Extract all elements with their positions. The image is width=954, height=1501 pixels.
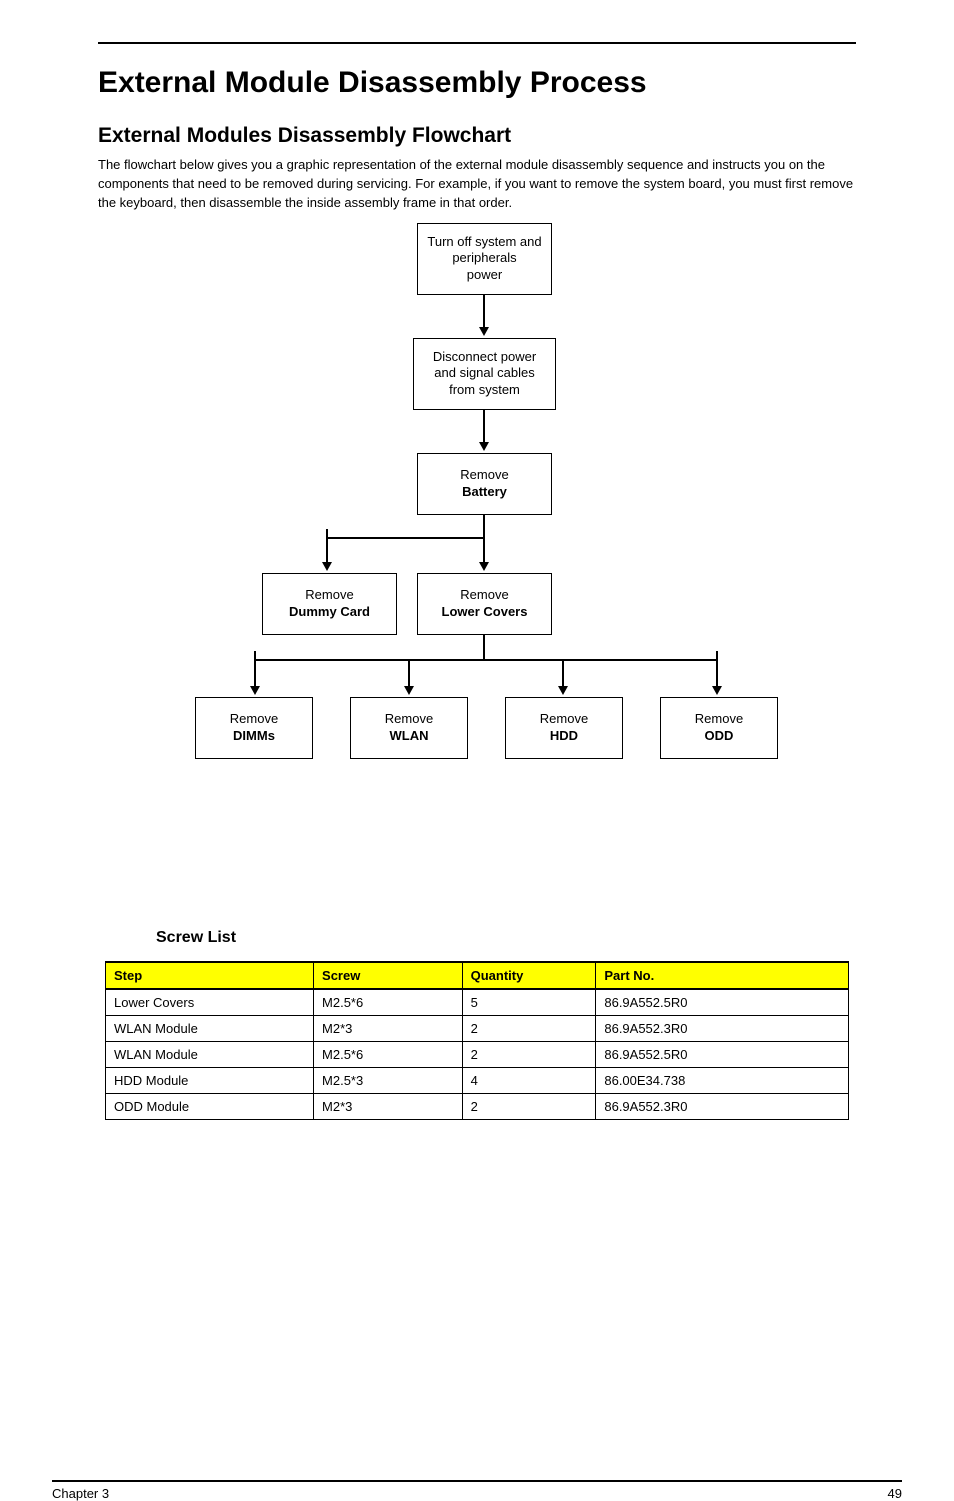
flow-box-bold: DIMMs [233,728,275,744]
screw-list-title: Screw List [156,929,902,947]
heading-flowchart: External Modules Disassembly Flowchart [98,124,856,148]
flow-box-text2: power [467,267,502,283]
connector [562,659,564,689]
flow-box-text: Remove [230,711,278,727]
flow-box-power-off: Turn off system and peripherals power [417,223,552,295]
flow-box-text2: from system [449,382,520,398]
cell-step: HDD Module [106,1067,314,1093]
connector [408,659,410,689]
cell-screw: M2.5*3 [314,1067,463,1093]
connector [254,659,256,689]
top-rule [98,42,856,44]
arrow-icon [479,327,489,336]
cell-screw: M2.5*6 [314,989,463,1016]
flow-box-disconnect: Disconnect power and signal cables from … [413,338,556,410]
flow-box-odd: Remove ODD [660,697,778,759]
arrow-icon [712,686,722,695]
flow-box-bold: HDD [550,728,578,744]
cell-quantity: 5 [462,989,596,1016]
page-footer: Chapter 3 49 [52,1480,902,1501]
flow-box-text: Disconnect power and signal cables [422,349,547,382]
table-row: WLAN Module M2.5*6 2 86.9A552.5R0 [106,1041,849,1067]
intro-text: The flowchart below gives you a graphic … [98,156,856,213]
cell-screw: M2*3 [314,1093,463,1119]
connector [326,537,485,539]
cell-quantity: 2 [462,1015,596,1041]
cell-partno: 86.00E34.738 [596,1067,849,1093]
cell-screw: M2.5*6 [314,1041,463,1067]
connector [483,295,485,330]
flow-box-text: Remove [305,587,353,603]
cell-quantity: 2 [462,1041,596,1067]
connector [483,635,485,659]
cell-screw: M2*3 [314,1015,463,1041]
cell-quantity: 2 [462,1093,596,1119]
flow-box-text: Remove [460,587,508,603]
arrow-icon [479,442,489,451]
arrow-icon [250,686,260,695]
flow-box-text: Remove [540,711,588,727]
connector [716,659,718,689]
connector [483,515,485,537]
table-header-row: Step Screw Quantity Part No. [106,962,849,989]
flow-box-dummy-card: Remove Dummy Card [262,573,397,635]
flow-box-text: Turn off system and peripherals [426,234,543,267]
col-step: Step [106,962,314,989]
flow-box-text: Remove [460,467,508,483]
footer-left: Chapter 3 [52,1486,109,1501]
heading-external-module: External Module Disassembly Process [98,66,856,100]
footer-right: 49 [888,1486,902,1501]
flowchart: Turn off system and peripherals power Di… [127,223,827,903]
arrow-icon [558,686,568,695]
col-quantity: Quantity [462,962,596,989]
arrow-icon [322,562,332,571]
connector [326,537,328,565]
cell-quantity: 4 [462,1067,596,1093]
table-row: HDD Module M2.5*3 4 86.00E34.738 [106,1067,849,1093]
flow-box-battery: Remove Battery [417,453,552,515]
flow-box-bold: WLAN [390,728,429,744]
cell-step: Lower Covers [106,989,314,1016]
flow-box-bold: Dummy Card [289,604,370,620]
cell-step: WLAN Module [106,1041,314,1067]
screw-list-table: Step Screw Quantity Part No. Lower Cover… [105,961,849,1120]
col-screw: Screw [314,962,463,989]
connector [254,659,718,661]
flow-box-text: Remove [695,711,743,727]
flow-box-dimms: Remove DIMMs [195,697,313,759]
flow-box-bold: Lower Covers [442,604,528,620]
flow-box-lower-covers: Remove Lower Covers [417,573,552,635]
cell-partno: 86.9A552.3R0 [596,1015,849,1041]
flow-box-text: Remove [385,711,433,727]
flow-box-bold: ODD [705,728,734,744]
arrow-icon [479,562,489,571]
flow-box-hdd: Remove HDD [505,697,623,759]
arrow-icon [404,686,414,695]
cell-step: ODD Module [106,1093,314,1119]
table-row: Lower Covers M2.5*6 5 86.9A552.5R0 [106,989,849,1016]
connector [483,537,485,565]
connector [483,410,485,445]
cell-step: WLAN Module [106,1015,314,1041]
flow-box-wlan: Remove WLAN [350,697,468,759]
cell-partno: 86.9A552.3R0 [596,1093,849,1119]
cell-partno: 86.9A552.5R0 [596,1041,849,1067]
table-row: WLAN Module M2*3 2 86.9A552.3R0 [106,1015,849,1041]
cell-partno: 86.9A552.5R0 [596,989,849,1016]
connector-tick [326,529,328,539]
col-partno: Part No. [596,962,849,989]
table-row: ODD Module M2*3 2 86.9A552.3R0 [106,1093,849,1119]
flow-box-bold: Battery [462,484,507,500]
